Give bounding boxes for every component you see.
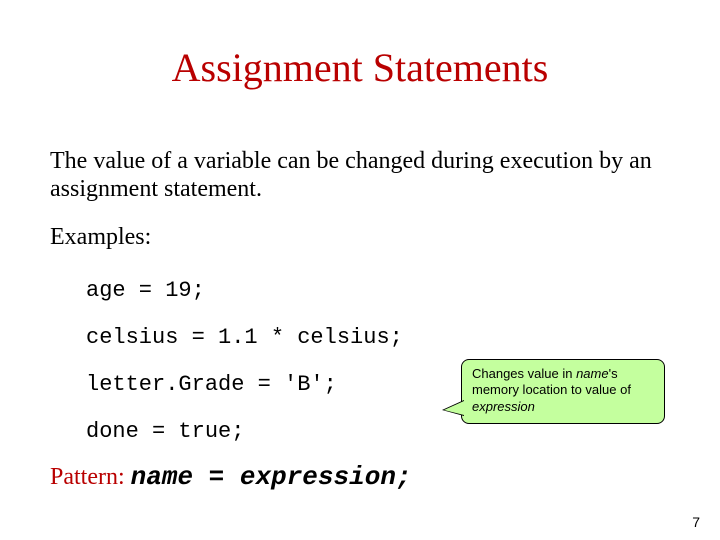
- page-title: Assignment Statements: [0, 44, 720, 91]
- code-example-3: letter.Grade = 'B';: [86, 372, 337, 397]
- code-example-4: done = true;: [86, 419, 244, 444]
- intro-text: The value of a variable can be changed d…: [50, 148, 660, 203]
- code-example-1: age = 19;: [86, 278, 205, 303]
- code-example-2: celsius = 1.1 * celsius;: [86, 325, 403, 350]
- callout-name-word: name: [576, 366, 609, 381]
- pattern-eq: =: [193, 462, 240, 492]
- examples-heading: Examples:: [50, 224, 151, 251]
- callout-text-1: Changes value in: [472, 366, 576, 381]
- pattern-expr: expression: [240, 462, 396, 492]
- pattern-line: Pattern: name = expression;: [50, 462, 412, 492]
- callout-expr-word: expression: [472, 399, 535, 414]
- pattern-name: name: [131, 462, 193, 492]
- page-number: 7: [692, 514, 700, 530]
- pattern-label: Pattern:: [50, 464, 125, 490]
- pattern-end: ;: [396, 462, 412, 492]
- callout-box: Changes value in name's memory location …: [461, 359, 665, 424]
